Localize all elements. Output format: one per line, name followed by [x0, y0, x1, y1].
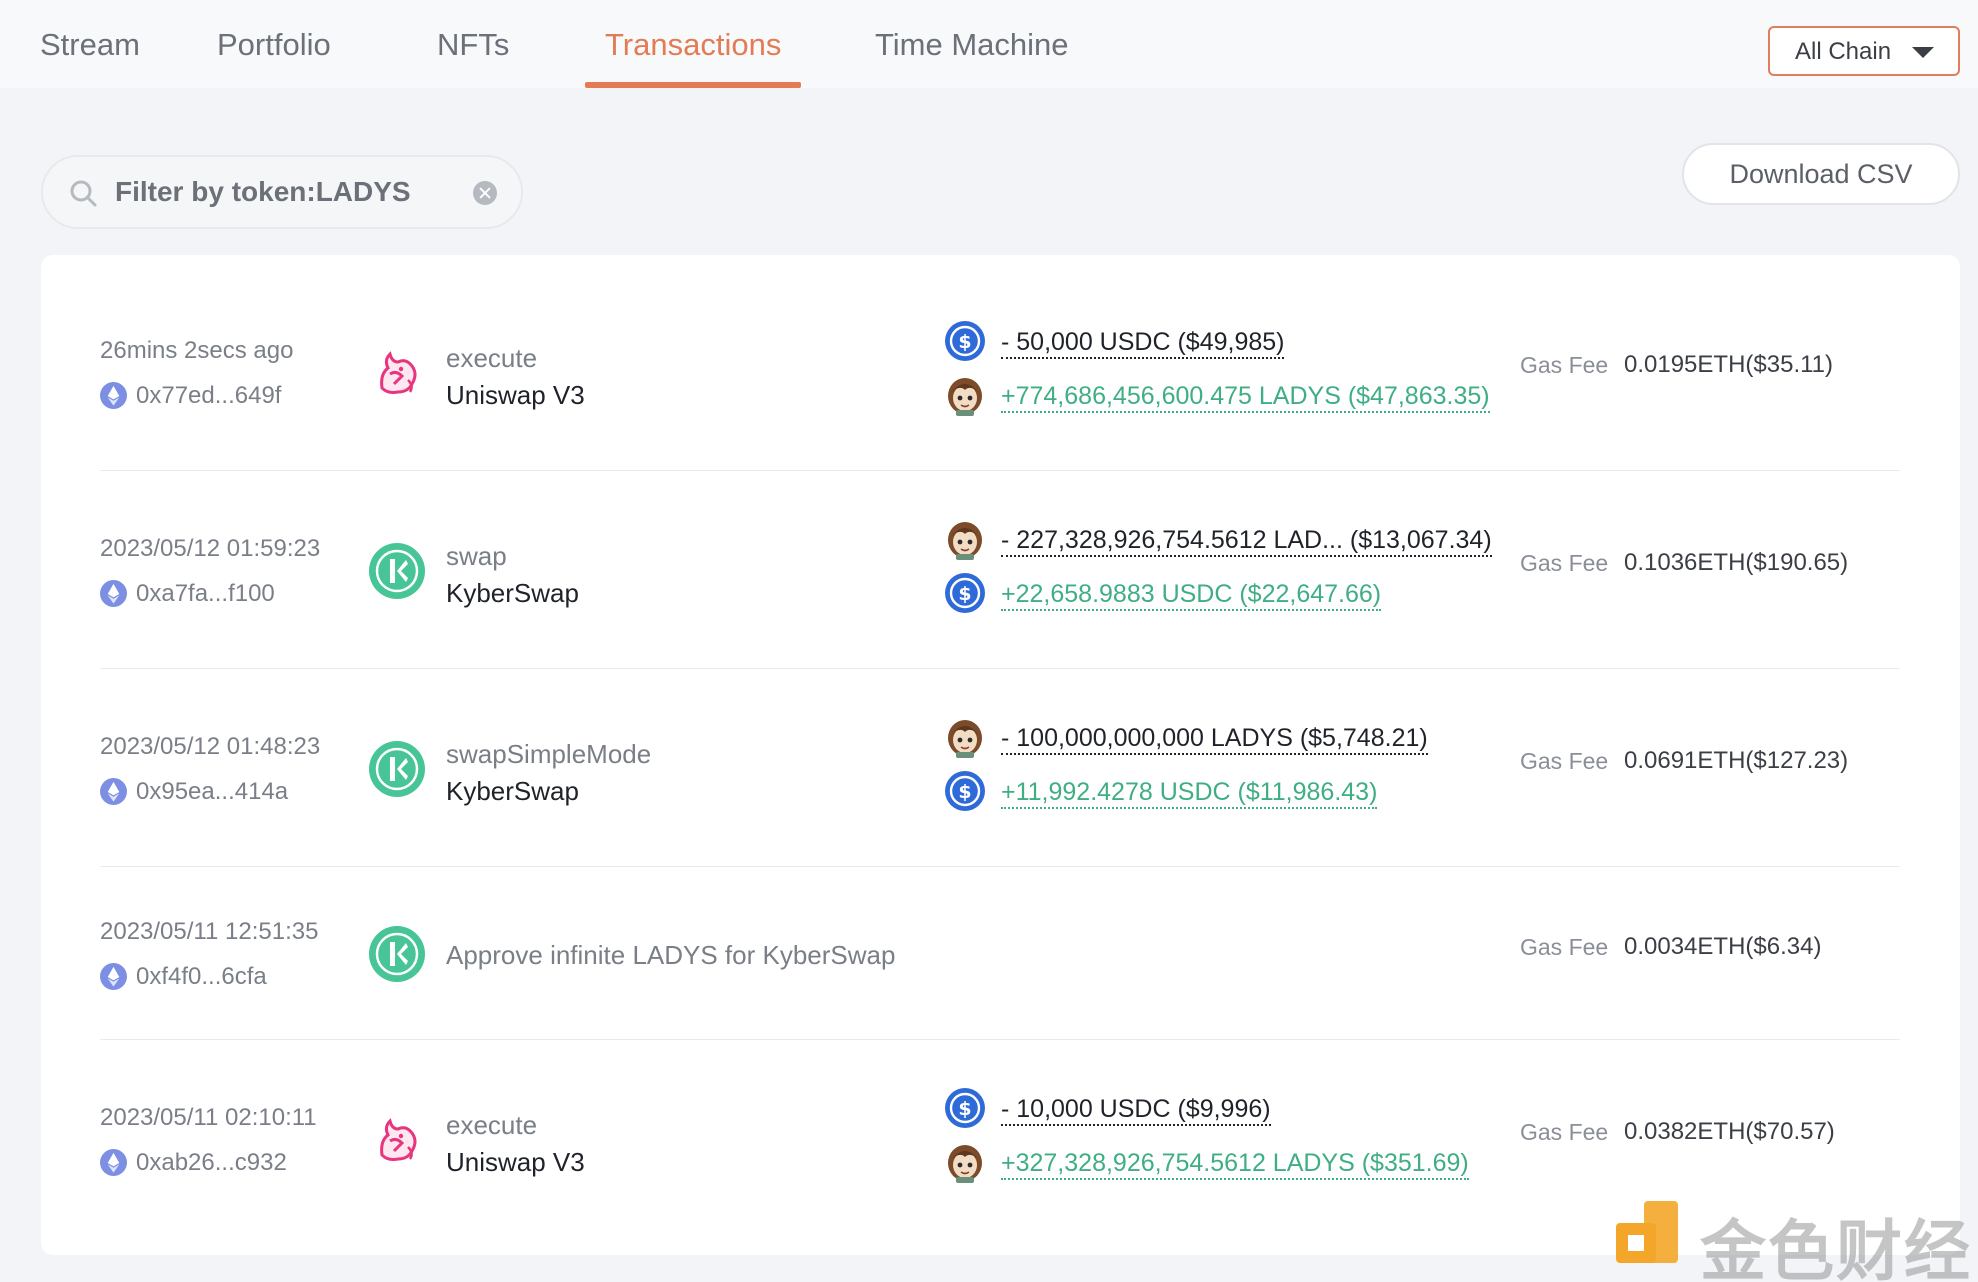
gas-fee-value: 0.0195ETH($35.11) — [1624, 351, 1834, 378]
row-divider — [100, 1039, 1900, 1040]
tx-protocol: Uniswap V3 — [446, 380, 585, 410]
tx-hash-link[interactable]: 0xf4f0...6cfa — [136, 963, 267, 991]
tx-time: 26mins 2secs ago — [100, 337, 294, 364]
transfer-out-amount[interactable]: - 100,000,000,000 LADYS ($5,748.21) — [1001, 723, 1428, 755]
tx-hash-link[interactable]: 0xa7fa...f100 — [136, 580, 275, 608]
top-nav: Stream Portfolio NFTs Transactions Time … — [0, 0, 1978, 88]
gas-fee-label: Gas Fee — [1520, 934, 1609, 960]
search-icon — [70, 180, 97, 207]
ethereum-icon — [100, 1149, 127, 1176]
usdc-icon — [944, 1087, 986, 1129]
transfer-out-amount[interactable]: - 50,000 USDC ($49,985) — [1001, 327, 1285, 359]
tx-hash-link[interactable]: 0xab26...c932 — [136, 1149, 287, 1177]
row-divider — [100, 668, 1900, 669]
row-divider — [100, 866, 1900, 867]
transfer-in-amount[interactable]: +11,992.4278 USDC ($11,986.43) — [1001, 777, 1378, 809]
tx-time: 2023/05/11 02:10:11 — [100, 1104, 317, 1131]
usdc-icon — [944, 572, 986, 614]
gas-fee-label: Gas Fee — [1520, 550, 1609, 576]
gas-fee-value: 0.0382ETH($70.57) — [1624, 1118, 1835, 1145]
tx-method: swapSimpleMode — [446, 739, 652, 769]
tx-approve-description: Approve infinite LADYS for KyberSwap — [446, 940, 896, 970]
caret-down-icon — [1912, 47, 1934, 58]
tx-time: 2023/05/12 01:59:23 — [100, 535, 321, 562]
filter-value: Filter by token:LADYS — [115, 176, 411, 207]
transfer-in-amount[interactable]: +327,328,926,754.5612 LADYS ($351.69) — [1001, 1148, 1469, 1180]
tx-method: swap — [446, 541, 507, 571]
tab-portfolio[interactable]: Portfolio — [217, 0, 331, 88]
tx-hash-link[interactable]: 0x95ea...414a — [136, 778, 288, 806]
kyberswap-icon — [368, 925, 426, 983]
tab-transactions[interactable]: Transactions — [584, 0, 802, 88]
tx-time: 2023/05/11 12:51:35 — [100, 918, 319, 945]
ethereum-icon — [100, 778, 127, 805]
kyberswap-icon — [368, 542, 426, 600]
tx-protocol: Uniswap V3 — [446, 1147, 585, 1177]
tx-method: execute — [446, 343, 538, 373]
row-divider — [100, 470, 1900, 471]
transfer-out-amount[interactable]: - 10,000 USDC ($9,996) — [1001, 1094, 1271, 1126]
ladys-icon — [944, 518, 986, 560]
chain-selector-label: All Chain — [1795, 38, 1892, 65]
tx-hash-link[interactable]: 0x77ed...649f — [136, 382, 281, 410]
tab-time-machine[interactable]: Time Machine — [875, 0, 1069, 88]
ethereum-icon — [100, 963, 127, 990]
ethereum-icon — [100, 382, 127, 409]
chain-selector[interactable]: All Chain — [1768, 26, 1960, 76]
tab-stream[interactable]: Stream — [40, 0, 140, 88]
ladys-icon — [944, 1141, 986, 1183]
tab-nfts[interactable]: NFTs — [437, 0, 509, 88]
clear-filter-icon[interactable] — [473, 181, 497, 205]
usdc-icon — [944, 320, 986, 362]
uniswap-icon — [368, 344, 426, 402]
tx-time: 2023/05/12 01:48:23 — [100, 733, 321, 760]
token-filter[interactable]: Filter by token:LADYS — [41, 155, 523, 229]
tx-protocol: KyberSwap — [446, 578, 579, 608]
ethereum-icon — [100, 580, 127, 607]
gas-fee-value: 0.1036ETH($190.65) — [1624, 549, 1849, 576]
watermark-text: 金色财经 — [1700, 1213, 1972, 1282]
transfer-out-amount[interactable]: - 227,328,926,754.5612 LAD... ($13,067.3… — [1001, 525, 1492, 557]
kyberswap-icon — [368, 740, 426, 798]
gas-fee-value: 0.0691ETH($127.23) — [1624, 747, 1849, 774]
gas-fee-label: Gas Fee — [1520, 748, 1609, 774]
download-csv-button[interactable]: Download CSV — [1682, 143, 1960, 205]
ladys-icon — [944, 716, 986, 758]
ladys-icon — [944, 374, 986, 416]
transfer-in-amount[interactable]: +22,658.9883 USDC ($22,647.66) — [1001, 579, 1382, 611]
tx-method: execute — [446, 1110, 538, 1140]
gas-fee-label: Gas Fee — [1520, 1119, 1609, 1145]
transfer-in-amount[interactable]: +774,686,456,600.475 LADYS ($47,863.35) — [1001, 381, 1490, 413]
gas-fee-label: Gas Fee — [1520, 352, 1609, 378]
uniswap-icon — [368, 1111, 426, 1169]
tx-protocol: KyberSwap — [446, 776, 579, 806]
gas-fee-value: 0.0034ETH($6.34) — [1624, 933, 1822, 960]
usdc-icon — [944, 770, 986, 812]
